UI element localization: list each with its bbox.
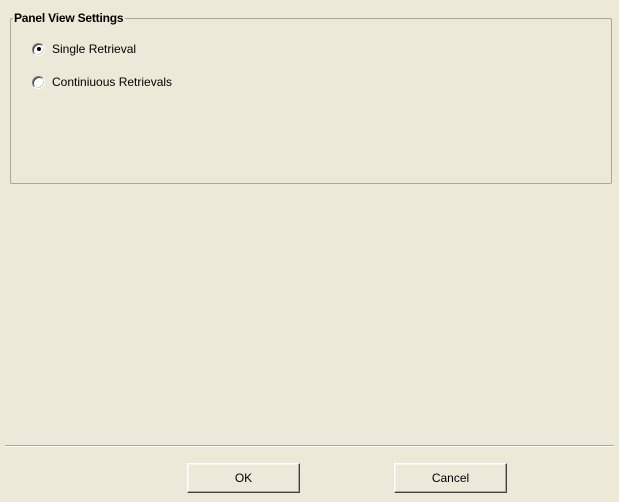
panel-view-settings-dialog: Panel View Settings Single Retrieval Con… <box>0 0 619 502</box>
single-retrieval-label[interactable]: Single Retrieval <box>52 41 136 57</box>
button-bar-separator <box>5 445 614 447</box>
groupbox-title: Panel View Settings <box>13 10 126 26</box>
radio-selected-dot <box>36 47 41 51</box>
continuous-retrievals-option[interactable]: Continiuous Retrievals <box>32 74 172 90</box>
continuous-retrievals-radio[interactable] <box>32 75 45 89</box>
single-retrieval-radio[interactable] <box>32 42 45 56</box>
cancel-button[interactable]: Cancel <box>394 463 507 493</box>
single-retrieval-option[interactable]: Single Retrieval <box>32 41 136 57</box>
continuous-retrievals-label[interactable]: Continiuous Retrievals <box>52 74 172 90</box>
ok-button[interactable]: OK <box>187 463 300 493</box>
